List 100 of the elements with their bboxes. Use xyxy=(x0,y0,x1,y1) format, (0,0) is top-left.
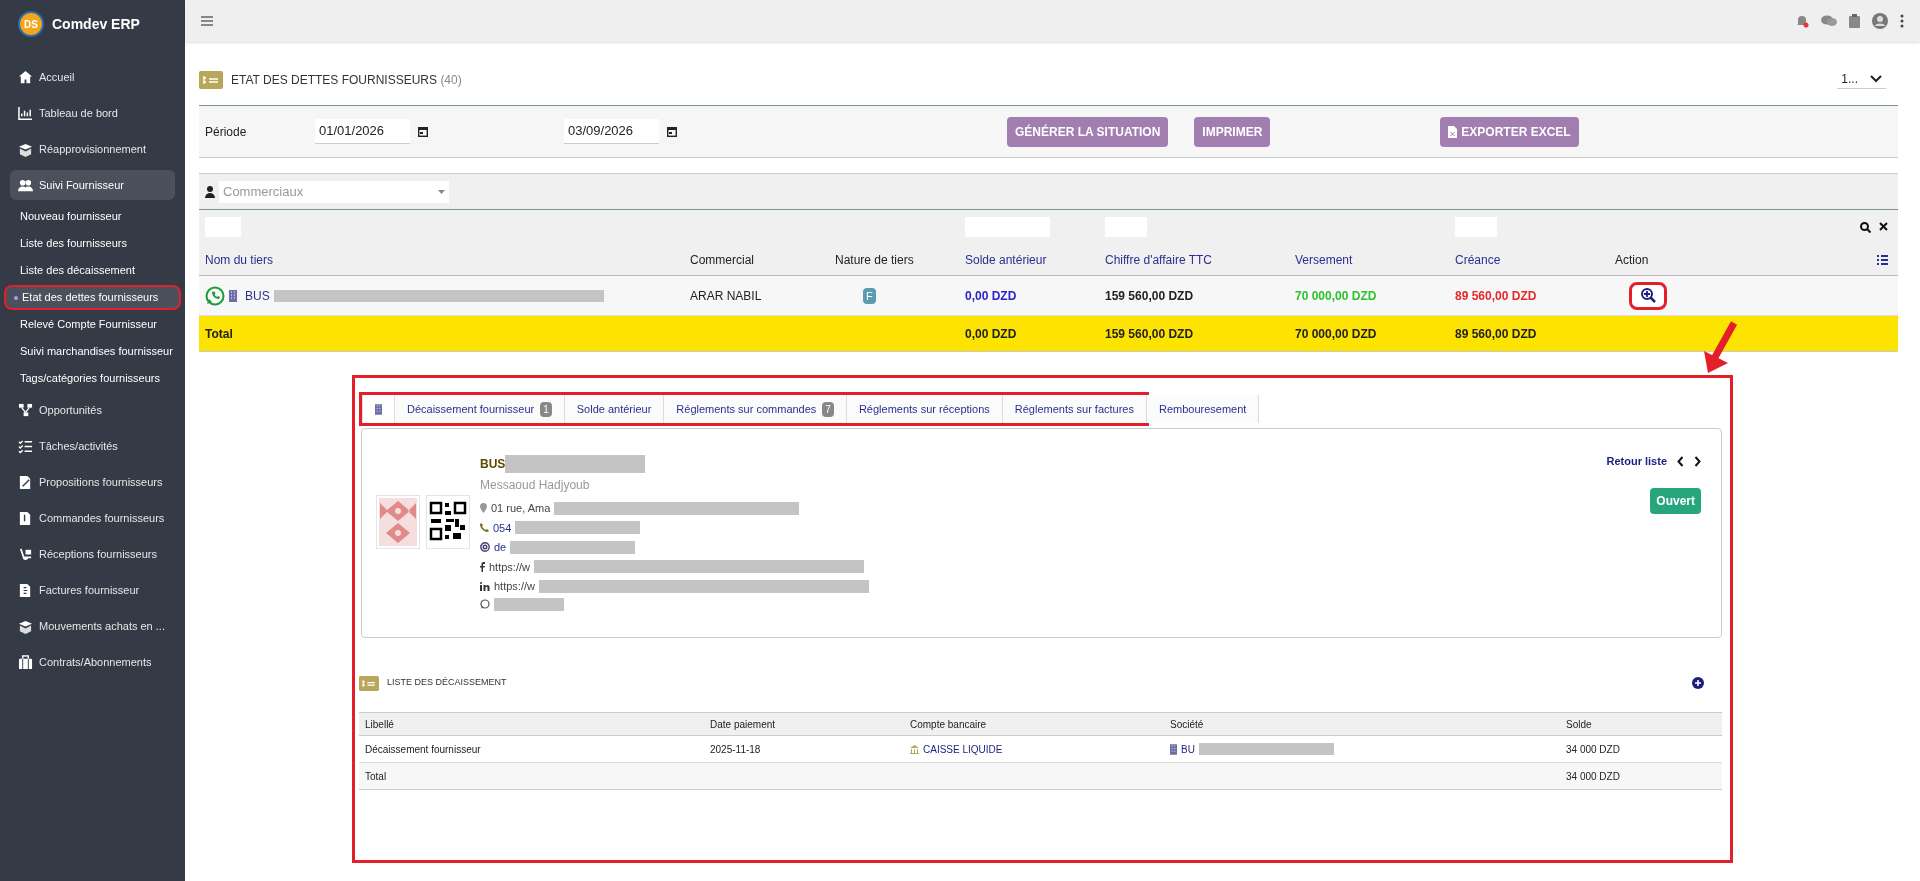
submenu-item[interactable]: Liste des décaissement xyxy=(10,260,175,281)
column-header[interactable]: Solde antérieur xyxy=(965,250,1105,269)
sidebar-item[interactable]: Commandes fournisseurs xyxy=(10,503,175,533)
count-badge: 1 xyxy=(540,401,552,417)
bell-icon[interactable] xyxy=(1795,14,1809,28)
at-sign-icon xyxy=(480,542,490,553)
money-icon xyxy=(359,675,379,691)
facebook-link[interactable]: https://w xyxy=(489,558,530,575)
page-title: ETAT DES DETTES FOURNISSEURS (40) xyxy=(231,71,462,89)
submenu-item[interactable]: Tags/catégories fournisseurs xyxy=(10,368,175,389)
table-cell-text: 2025-11-18 xyxy=(710,742,762,757)
calendar-icon[interactable] xyxy=(667,126,677,137)
sidebar-item[interactable]: Tâches/activités xyxy=(10,431,175,461)
count-badge: 7 xyxy=(822,401,834,417)
logo-pattern-drawing xyxy=(376,495,420,549)
column-header[interactable]: Nature de tiers xyxy=(835,250,965,269)
back-to-list-link[interactable]: Retour liste xyxy=(1606,453,1667,470)
sidebar-item[interactable]: Accueil xyxy=(10,62,175,92)
submenu-item[interactable]: Liste des fournisseurs xyxy=(10,233,175,254)
status-badge: Ouvert xyxy=(1650,487,1701,514)
column-header[interactable]: Commercial xyxy=(685,250,835,269)
sidebar-item[interactable]: Opportunités xyxy=(10,395,175,425)
date-to-field[interactable]: 03/09/2026 xyxy=(564,119,659,144)
column-header[interactable]: Nom du tiers xyxy=(205,250,685,269)
total-cell-text: 70 000,00 DZD xyxy=(1295,325,1378,343)
more-icon[interactable] xyxy=(1900,14,1904,28)
company-link[interactable]: BU xyxy=(1181,741,1195,757)
table-cell-text: 34 000 DZD xyxy=(1566,742,1621,757)
chat-icon[interactable] xyxy=(1821,14,1837,28)
sidebar-item[interactable]: Suivi Fournisseur xyxy=(10,170,175,200)
column-header[interactable]: Libellé xyxy=(365,716,710,732)
chevron-right-icon[interactable] xyxy=(1694,455,1701,467)
submenu-item[interactable]: Nouveau fournisseur xyxy=(10,206,175,227)
whatsapp-icon[interactable] xyxy=(205,285,225,306)
total-cell-text: 34 000 DZD xyxy=(1566,769,1621,784)
home-icon xyxy=(18,69,33,85)
column-header[interactable]: Société xyxy=(1170,716,1566,732)
period-label: Période xyxy=(205,123,248,141)
tab[interactable]: Décaissement fournisseur 1 xyxy=(395,395,565,423)
box-icon xyxy=(18,618,33,634)
submenu-item[interactable]: Suivi marchandises fournisseur xyxy=(10,341,175,362)
chevron-left-icon[interactable] xyxy=(1677,455,1684,467)
sidebar-item[interactable]: Réapprovisionnement xyxy=(10,134,175,164)
tab[interactable]: Réglements sur commandes 7 xyxy=(664,395,847,423)
column-header[interactable]: Solde xyxy=(1566,716,1716,732)
add-icon[interactable] xyxy=(1692,677,1704,689)
chart-icon xyxy=(18,105,33,121)
sidebar-item[interactable]: Mouvements achats en ... xyxy=(10,611,175,641)
linkedin-icon xyxy=(480,581,490,591)
tab[interactable]: Rembouresement xyxy=(1147,395,1260,423)
building-icon xyxy=(375,403,382,415)
total-cell-text: 89 560,00 DZD xyxy=(1455,325,1538,343)
close-icon[interactable] xyxy=(1879,221,1888,231)
menu-icon[interactable] xyxy=(201,16,213,26)
qr-code-drawing xyxy=(426,495,470,549)
supplier-name: BUS xyxy=(480,456,506,473)
date-from-field[interactable]: 01/01/2026 xyxy=(315,119,410,144)
document-pen-icon xyxy=(18,474,33,490)
column-header[interactable]: Date paiement xyxy=(710,716,910,732)
phone-icon xyxy=(480,523,489,533)
facebook-icon xyxy=(480,561,485,572)
nature-tag: F xyxy=(863,287,876,304)
column-header[interactable]: Versement xyxy=(1295,250,1455,269)
users-icon xyxy=(18,177,33,193)
table-cell-text: ARAR NABIL xyxy=(689,287,763,305)
column-header[interactable]: Créance xyxy=(1455,250,1615,269)
sidebar-item[interactable]: Contrats/Abonnements xyxy=(10,647,175,677)
building-tab[interactable] xyxy=(362,395,395,423)
list-icon[interactable] xyxy=(1877,254,1888,265)
supplier-link[interactable]: BUS xyxy=(245,286,270,305)
zoom-button[interactable] xyxy=(1629,281,1667,310)
column-header[interactable]: Chiffre d'affaire TTC xyxy=(1105,250,1295,269)
search-icon[interactable] xyxy=(1860,221,1871,233)
bank-account-link[interactable]: CAISSE LIQUIDE xyxy=(923,741,1003,757)
column-header[interactable]: Action xyxy=(1615,250,1725,269)
linkedin-link[interactable]: https://w xyxy=(494,578,535,595)
page-size-select[interactable]: 1... xyxy=(1837,70,1886,89)
calendar-icon[interactable] xyxy=(418,126,428,137)
sitemap-icon xyxy=(18,402,33,418)
column-header[interactable]: Compte bancaire xyxy=(910,716,1170,732)
phone-link[interactable]: 054 xyxy=(493,519,512,536)
table-cell-text: Décaissement fournisseur xyxy=(365,742,482,757)
table-cell-text: 70 000,00 DZD xyxy=(1295,287,1378,305)
sidebar-item[interactable]: Factures fournisseur xyxy=(10,575,175,605)
table-cell-text: 89 560,00 DZD xyxy=(1455,287,1538,305)
checklist-icon xyxy=(18,438,33,454)
tab[interactable]: Réglements sur factures xyxy=(1002,395,1147,423)
submenu-item[interactable]: Relevé Compte Fournisseur xyxy=(10,314,175,335)
tab[interactable]: Solde antérieur xyxy=(564,395,665,423)
submenu-item[interactable]: Etat des dettes fournisseurs xyxy=(6,287,179,308)
briefcase-icon xyxy=(18,654,33,670)
avatar-icon[interactable] xyxy=(1872,13,1888,29)
sidebar-item[interactable]: Propositions fournisseurs xyxy=(10,467,175,497)
email-link[interactable]: de xyxy=(494,539,507,556)
tab[interactable]: Réglements sur réceptions xyxy=(846,395,1003,423)
sidebar-item[interactable]: Réceptions fournisseurs xyxy=(10,539,175,569)
address-text: 01 rue, Ama xyxy=(491,501,551,516)
chevron-down-icon xyxy=(1870,75,1882,83)
sidebar-item[interactable]: Tableau de bord xyxy=(10,98,175,128)
clipboard-icon[interactable] xyxy=(1849,14,1860,28)
